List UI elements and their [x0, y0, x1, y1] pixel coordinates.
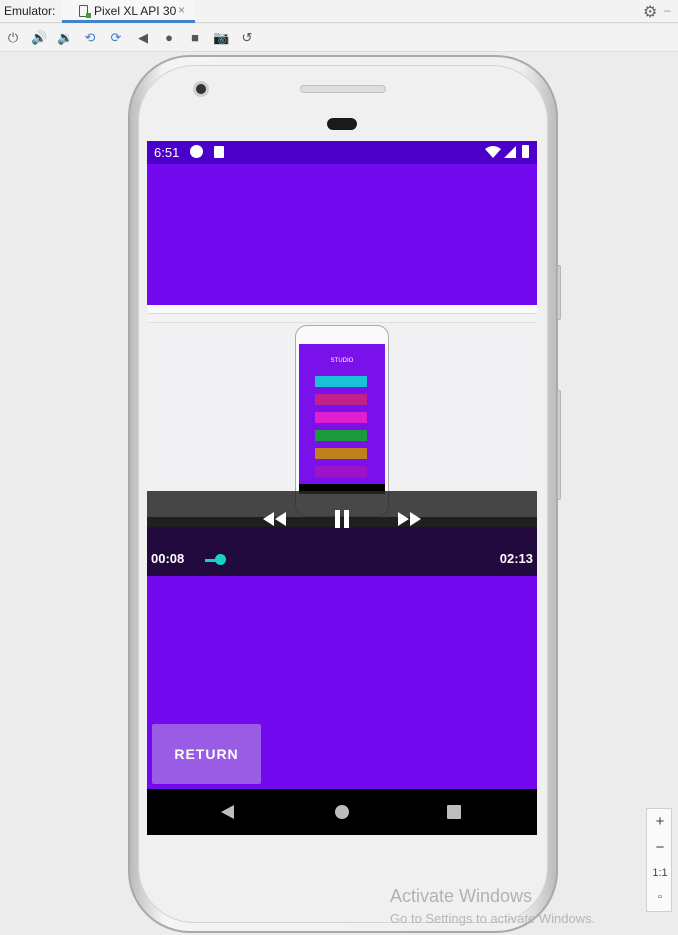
fast-forward-icon[interactable] — [397, 510, 423, 528]
nav-back-icon[interactable] — [221, 805, 234, 819]
total-time: 02:13 — [499, 551, 533, 566]
zoom-actual-button[interactable]: 1:1 — [647, 867, 673, 879]
volume-side-button[interactable] — [557, 390, 561, 500]
emulator-titlebar: Emulator: Pixel XL API 30 × ⚙ – — [0, 0, 678, 23]
rotate-left-icon[interactable]: ⟲ — [82, 30, 98, 46]
controls-bottom — [147, 527, 537, 576]
sd-card-icon — [214, 146, 224, 158]
video-frame-app-button — [315, 376, 367, 387]
seek-bar-thumb[interactable] — [215, 554, 226, 565]
video-frame-app-screen: STUDIO — [299, 344, 385, 494]
wifi-icon — [485, 146, 501, 158]
gear-icon[interactable]: ⚙ — [643, 2, 657, 22]
proximity-sensor — [327, 118, 357, 130]
video-frame-app-button — [315, 448, 367, 459]
video-frame-app-button — [315, 466, 367, 477]
tab-pixel-xl[interactable]: Pixel XL API 30 × — [62, 0, 195, 23]
emulator-label: Emulator: — [4, 4, 56, 18]
notification-icon — [190, 145, 203, 158]
video-frame-titlebar — [147, 305, 537, 314]
zoom-out-button[interactable]: − — [647, 839, 673, 856]
zoom-controls: + − 1:1 ▫ — [646, 808, 672, 912]
rewind-icon[interactable] — [261, 510, 287, 528]
minimize-icon[interactable]: – — [664, 3, 671, 17]
zoom-in-button[interactable]: + — [647, 813, 673, 830]
status-bar: 6:51 — [147, 141, 537, 164]
pause-icon[interactable] — [333, 509, 351, 529]
nav-home-icon[interactable] — [335, 805, 349, 819]
video-player[interactable]: STUDIO 00:08 02:13 — [147, 305, 537, 576]
zoom-fit-icon[interactable]: ▫ — [647, 891, 673, 903]
snapshot-icon[interactable]: ↺ — [239, 30, 255, 46]
nav-recents-icon[interactable] — [447, 805, 461, 819]
status-time: 6:51 — [154, 145, 180, 160]
screenshot-icon[interactable]: 📷 — [213, 30, 229, 46]
emulator-toolbar: ⏻ 🔊 🔉 ⟲ ⟳ ◀ ● ■ 📷 ↺ — [0, 24, 678, 52]
device-icon — [79, 5, 91, 18]
power-icon[interactable]: ⏻ — [5, 30, 21, 46]
rotate-right-icon[interactable]: ⟳ — [108, 30, 124, 46]
video-frame-app-button — [315, 430, 367, 441]
return-button[interactable]: RETURN — [152, 724, 261, 784]
front-camera — [193, 81, 209, 97]
activate-windows-title: Activate Windows — [390, 886, 533, 906]
battery-icon — [522, 145, 529, 158]
video-frame-app-button — [315, 412, 367, 423]
home-icon[interactable]: ● — [161, 30, 177, 46]
back-icon[interactable]: ◀ — [135, 30, 151, 46]
device-screen: 6:51 STUDIO 00:08 02:13 RETURN — [147, 141, 537, 835]
power-side-button[interactable] — [557, 265, 561, 320]
current-time: 00:08 — [151, 551, 185, 566]
signal-icon — [504, 146, 516, 158]
video-frame-app-button — [315, 394, 367, 405]
video-frame-toolbar — [147, 315, 537, 323]
video-frame-app-title: STUDIO — [330, 358, 354, 364]
tab-close-button[interactable]: × — [178, 3, 185, 17]
tab-title: Pixel XL API 30 — [94, 4, 177, 18]
activate-windows-subtitle: Go to Settings to activate Windows. — [390, 911, 596, 926]
android-navbar — [147, 789, 537, 835]
overview-icon[interactable]: ■ — [187, 30, 203, 46]
volume-down-icon[interactable]: 🔉 — [57, 30, 73, 46]
earpiece-speaker — [300, 85, 386, 93]
volume-up-icon[interactable]: 🔊 — [31, 30, 47, 46]
